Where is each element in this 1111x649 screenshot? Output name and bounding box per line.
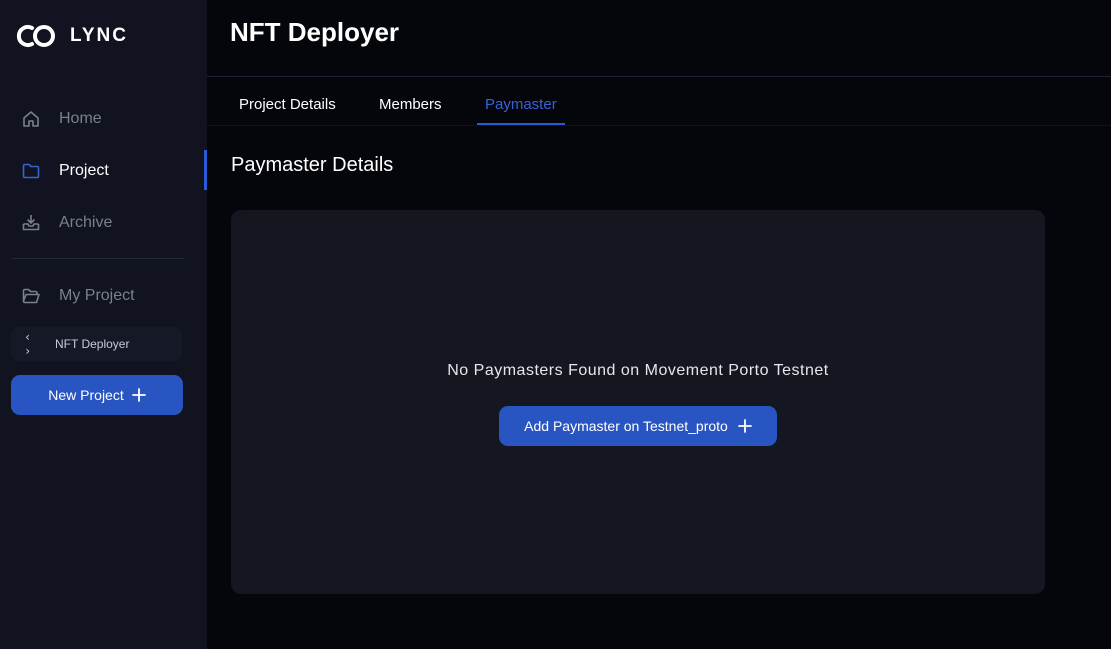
- brand-logo[interactable]: LYNC: [16, 22, 128, 50]
- tabs-divider: [207, 125, 1111, 126]
- new-project-button[interactable]: New Project: [11, 375, 183, 415]
- sidebar-item-home[interactable]: Home: [21, 107, 102, 131]
- sidebar-item-label: My Project: [59, 287, 135, 304]
- section-title: Paymaster Details: [231, 154, 394, 176]
- plus-icon: [737, 419, 752, 433]
- sidebar-item-project[interactable]: Project: [21, 159, 109, 183]
- header-divider: [207, 76, 1111, 77]
- new-project-label: New Project: [48, 387, 124, 403]
- sidebar: LYNC Home Project Archive My Project ‹ ›…: [0, 0, 207, 649]
- sidebar-item-my-project[interactable]: My Project: [21, 284, 135, 308]
- folder-icon: [22, 163, 40, 179]
- home-icon: [23, 111, 39, 127]
- sidebar-item-label: Project: [59, 162, 109, 179]
- sidebar-item-label: Archive: [59, 214, 113, 231]
- paymaster-panel: No Paymasters Found on Movement Porto Te…: [231, 210, 1045, 594]
- project-item-nft-deployer[interactable]: ‹ › NFT Deployer: [11, 327, 182, 361]
- app-window: LYNC Home Project Archive My Project ‹ ›…: [0, 0, 1111, 649]
- add-paymaster-label: Add Paymaster on Testnet_proto: [524, 418, 728, 434]
- empty-state-message: No Paymasters Found on Movement Porto Te…: [447, 362, 829, 379]
- brand-name: LYNC: [70, 25, 128, 46]
- code-icon: ‹ ›: [24, 330, 32, 358]
- plus-icon: [131, 388, 146, 402]
- add-paymaster-button[interactable]: Add Paymaster on Testnet_proto: [499, 406, 777, 446]
- page-title: NFT Deployer: [230, 17, 400, 47]
- folder-open-icon: [22, 288, 40, 304]
- active-indicator: [204, 150, 207, 190]
- sidebar-item-label: Home: [59, 110, 102, 127]
- project-item-label: NFT Deployer: [55, 337, 130, 351]
- tab-paymaster[interactable]: Paymaster: [485, 96, 557, 113]
- tab-members[interactable]: Members: [379, 96, 442, 113]
- sidebar-item-archive[interactable]: Archive: [21, 211, 112, 235]
- tab-project-details[interactable]: Project Details: [239, 96, 336, 113]
- archive-icon: [22, 214, 40, 231]
- sidebar-divider: [12, 258, 184, 259]
- lync-logo-icon: [16, 25, 55, 47]
